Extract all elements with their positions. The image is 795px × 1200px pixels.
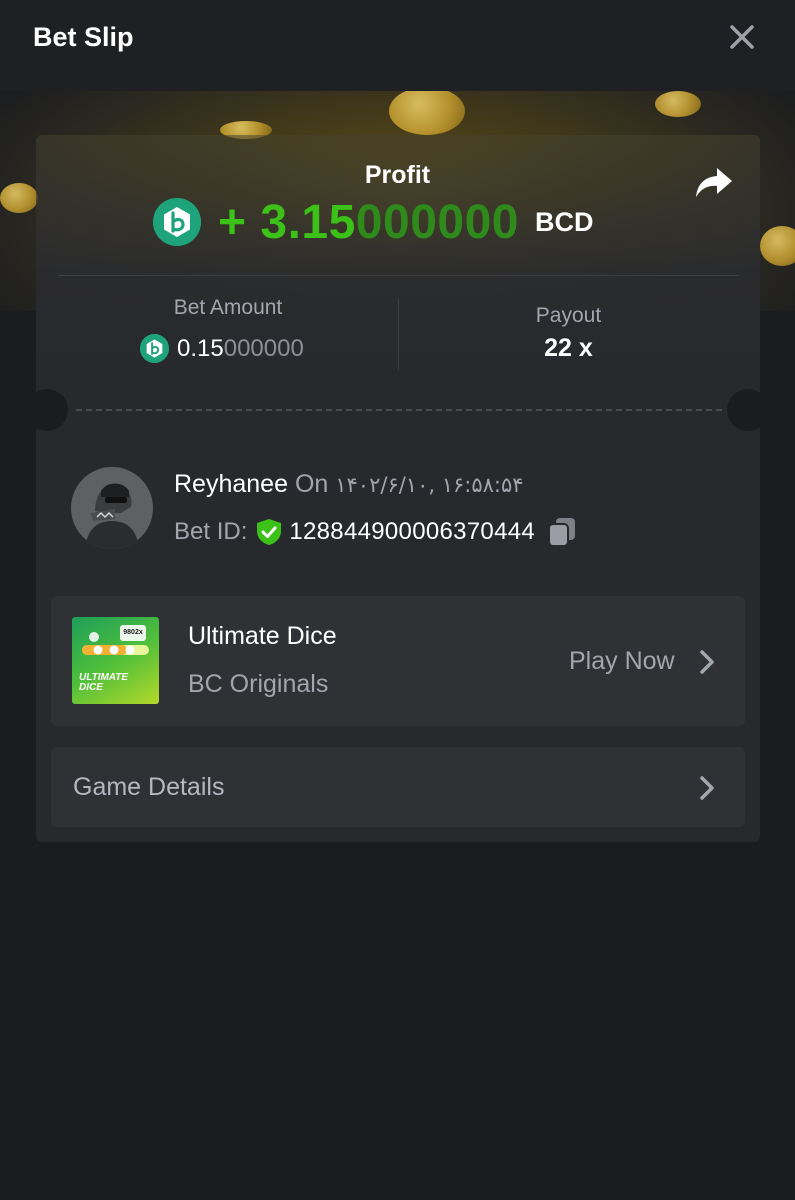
avatar[interactable] (71, 467, 153, 549)
bet-id-label: Bet ID: (174, 518, 248, 545)
bet-amount-trailing: 000000 (223, 334, 304, 362)
bet-datetime: ۱۴۰۲/۶/۱۰, ۱۶:۵۸:۵۴ (335, 473, 524, 497)
verified-shield-icon (255, 518, 283, 546)
bet-amount-main: 0.15 (177, 334, 224, 362)
coin-decoration (389, 91, 465, 135)
bcd-coin-icon (153, 198, 201, 246)
thumbnail-title-line: DICE (79, 682, 103, 693)
coin-decoration (655, 91, 701, 117)
user-line: Reyhanee On ۱۴۰۲/۶/۱۰, ۱۶:۵۸:۵۴ (174, 470, 524, 499)
bet-id-line: Bet ID: 128844900006370444 (174, 516, 577, 548)
bet-amount-value: 0.15 000000 (140, 334, 304, 363)
game-thumbnail: 9802x ULTIMATE DICE (72, 617, 159, 704)
dashed-divider (76, 409, 722, 411)
payout-value: 22 x (544, 334, 593, 362)
payout-label: Payout (535, 304, 602, 327)
game-row[interactable]: 9802x ULTIMATE DICE Ultimate Dice BC Ori… (51, 596, 745, 726)
game-details-row[interactable]: Game Details (51, 747, 745, 827)
header: Bet Slip (0, 0, 795, 91)
thumbnail-title: ULTIMATE DICE (79, 673, 128, 693)
profit-sign: + (218, 195, 261, 249)
profit-value-main: 3.15 (260, 195, 356, 249)
copy-icon[interactable] (547, 516, 577, 548)
close-icon[interactable] (723, 18, 761, 56)
profit-amount: + 3.15000000 (218, 195, 519, 250)
profit-label: Profit (364, 161, 431, 189)
on-label: On (294, 470, 329, 498)
bet-id-value: 128844900006370444 (289, 518, 536, 545)
page-title: Bet Slip (33, 22, 134, 52)
thumbnail-badge: 9802x (123, 629, 143, 636)
divider (58, 275, 738, 276)
chevron-right-icon[interactable] (699, 649, 715, 675)
bet-amount-label: Bet Amount (173, 296, 283, 319)
bcd-coin-icon (140, 334, 169, 363)
game-details-label: Game Details (73, 773, 225, 801)
profit-row: + 3.15000000 BCD (153, 194, 593, 250)
game-provider: BC Originals (188, 670, 329, 698)
profit-currency: BCD (534, 206, 594, 237)
coin-decoration (760, 226, 795, 266)
profit-value-trailing: 000000 (355, 195, 519, 249)
ticket-notch (26, 389, 68, 431)
game-name: Ultimate Dice (188, 622, 337, 650)
chevron-right-icon[interactable] (699, 775, 715, 801)
ticket-notch (727, 389, 769, 431)
play-now-button[interactable]: Play Now (569, 647, 675, 676)
username[interactable]: Reyhanee (174, 470, 288, 498)
